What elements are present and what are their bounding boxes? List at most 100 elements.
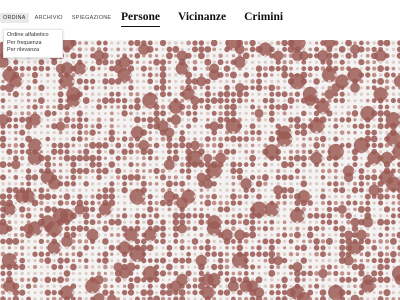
person-dot[interactable] [77,239,83,244]
person-dot[interactable] [225,60,229,64]
person-dot[interactable] [185,161,192,168]
person-dot[interactable] [383,276,391,284]
person-dot[interactable] [275,148,282,155]
person-dot[interactable] [360,54,363,58]
person-dot[interactable] [91,188,95,192]
person-dot[interactable] [339,225,346,232]
person-dot[interactable] [58,252,63,256]
person-dot[interactable] [102,289,109,296]
person-dot[interactable] [71,271,75,275]
person-dot[interactable] [321,130,325,135]
person-dot[interactable] [212,60,216,64]
person-dot[interactable] [14,259,18,263]
person-dot[interactable] [166,46,173,53]
person-dot[interactable] [20,239,25,244]
person-dot[interactable] [90,265,95,269]
person-dot[interactable] [3,203,16,216]
person-dot[interactable] [170,114,182,126]
person-dot[interactable] [308,175,312,179]
person-dot[interactable] [262,225,269,232]
person-dot[interactable] [224,200,230,206]
person-dot[interactable] [65,246,69,250]
person-dot[interactable] [115,276,122,283]
person-dot[interactable] [64,104,70,110]
person-dot[interactable] [52,162,57,167]
person-dot[interactable] [70,52,77,60]
person-dot[interactable] [14,220,18,224]
person-dot[interactable] [347,207,351,211]
person-dot[interactable] [135,66,140,71]
person-dot[interactable] [334,246,338,250]
person-dot[interactable] [154,207,159,212]
person-dot[interactable] [166,199,173,207]
person-dot[interactable] [134,40,141,47]
person-dot[interactable] [219,214,222,218]
person-dot[interactable] [90,98,95,103]
person-dot[interactable] [345,40,353,47]
person-dot[interactable] [326,200,332,206]
person-dot[interactable] [166,263,173,271]
person-dot[interactable] [7,123,12,129]
person-dot[interactable] [358,245,365,251]
person-dot[interactable] [295,259,299,263]
person-dot[interactable] [327,188,331,192]
person-dot[interactable] [179,168,185,174]
person-dot[interactable] [340,265,344,269]
person-dot[interactable] [261,173,269,181]
person-dot[interactable] [33,239,37,244]
person-dot[interactable] [134,213,141,219]
person-dot[interactable] [14,111,18,116]
person-dot[interactable] [321,79,325,83]
person-dot[interactable] [206,118,210,122]
person-dot[interactable] [212,136,217,142]
person-dot[interactable] [219,48,222,51]
person-dot[interactable] [193,92,197,96]
person-dot[interactable] [300,155,307,162]
person-dot[interactable] [231,175,236,180]
person-dot[interactable] [244,98,249,103]
person-dot[interactable] [20,60,24,64]
person-dot[interactable] [314,169,319,173]
person-dot[interactable] [51,289,57,296]
person-dot[interactable] [327,194,332,199]
person-dot[interactable] [282,226,287,231]
person-dot[interactable] [84,271,88,275]
person-dot[interactable] [7,182,12,186]
person-dot[interactable] [204,78,211,85]
person-dot[interactable] [78,182,82,186]
person-dot[interactable] [255,180,263,187]
person-dot[interactable] [257,265,261,269]
person-dot[interactable] [320,193,326,200]
person-dot[interactable] [192,213,198,219]
person-dot[interactable] [378,117,384,123]
person-dot[interactable] [27,291,31,295]
person-dot[interactable] [243,136,249,142]
person-dot[interactable] [180,150,184,154]
person-dot[interactable] [294,129,301,136]
person-dot[interactable] [343,172,354,183]
person-dot[interactable] [109,91,115,97]
person-dot[interactable] [44,205,52,213]
person-dot[interactable] [378,258,384,264]
person-dot[interactable] [108,135,116,143]
person-dot[interactable] [134,264,140,270]
person-dot[interactable] [242,218,250,226]
person-dot[interactable] [26,246,31,250]
person-dot[interactable] [19,129,26,136]
person-dot[interactable] [244,111,248,115]
person-dot[interactable] [281,187,288,194]
person-dot[interactable] [371,194,377,199]
person-dot[interactable] [391,201,396,205]
person-dot[interactable] [231,226,236,231]
person-dot[interactable] [146,289,154,296]
person-dot[interactable] [243,231,250,239]
person-dot[interactable] [155,188,159,192]
person-dot[interactable] [225,188,229,192]
person-dot[interactable] [1,67,5,70]
person-dot[interactable] [313,212,320,219]
person-dot[interactable] [244,79,248,84]
person-dot[interactable] [6,148,13,155]
person-dot[interactable] [83,219,89,225]
person-dot[interactable] [378,200,384,206]
person-dot[interactable] [238,156,242,160]
